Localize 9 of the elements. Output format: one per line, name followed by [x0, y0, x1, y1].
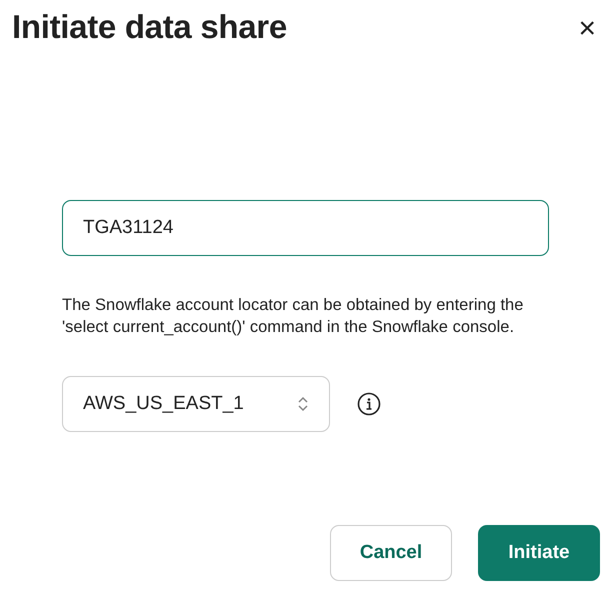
region-select[interactable]: AWS_US_EAST_1 — [62, 376, 330, 432]
account-field[interactable]: TGA31124 — [62, 200, 549, 256]
cancel-button[interactable]: Cancel — [330, 525, 452, 581]
chevron-icon — [297, 395, 309, 413]
close-button[interactable]: × — [574, 14, 600, 44]
info-icon[interactable] — [357, 392, 381, 416]
dialog-title: Initiate data share — [12, 8, 287, 46]
help-text: The Snowflake account locator can be obtained by entering the 'select current_account()' command in the Snowflake console. — [62, 295, 524, 338]
initiate-button[interactable]: Initiate — [478, 525, 600, 581]
